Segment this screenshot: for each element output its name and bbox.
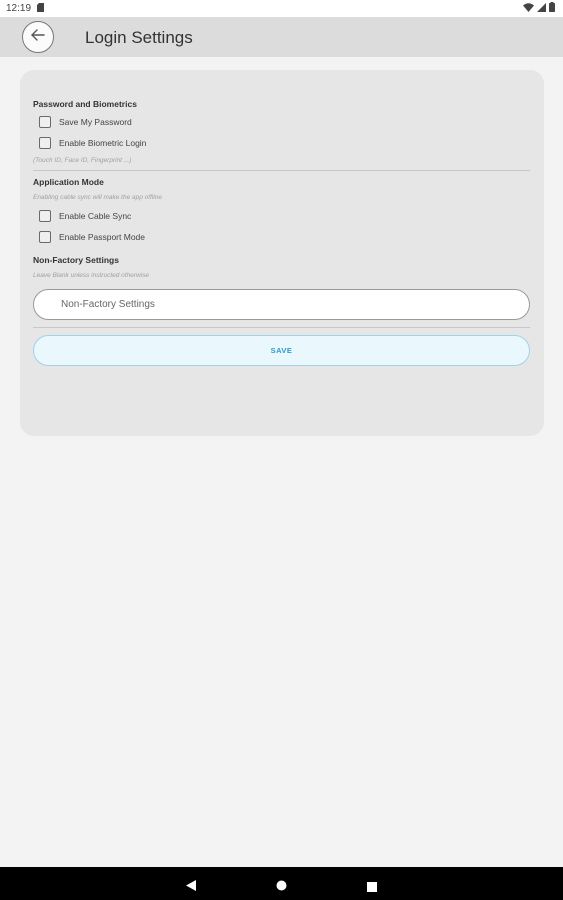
- wifi-icon: [523, 2, 534, 15]
- section-divider: [33, 170, 530, 171]
- status-left: 12:19: [6, 2, 45, 15]
- settings-card: Password and Biometrics Save My Password…: [20, 70, 544, 436]
- passport-mode-checkbox[interactable]: [39, 231, 51, 243]
- nav-back-icon[interactable]: [186, 878, 196, 896]
- page-title: Login Settings: [85, 28, 193, 47]
- non-factory-settings-input[interactable]: [33, 289, 530, 320]
- save-password-checkbox[interactable]: [39, 116, 51, 128]
- battery-icon: [549, 2, 555, 15]
- nav-recents-icon[interactable]: [367, 879, 377, 897]
- biometric-hint: (Touch ID, Face ID, Fingerprint ...): [33, 157, 132, 164]
- status-bar: 12:19: [0, 0, 563, 17]
- status-time: 12:19: [6, 3, 32, 14]
- app-header: Login Settings: [0, 17, 563, 57]
- passport-mode-checkbox-row[interactable]: Enable Passport Mode: [39, 231, 145, 243]
- biometric-login-checkbox-row[interactable]: Enable Biometric Login: [39, 137, 146, 149]
- nav-home-icon[interactable]: [276, 878, 287, 896]
- save-button[interactable]: SAVE: [33, 335, 530, 366]
- cable-sync-label: Enable Cable Sync: [59, 211, 132, 221]
- signal-icon: [537, 2, 546, 15]
- password-section-title: Password and Biometrics: [33, 99, 137, 109]
- cable-sync-checkbox[interactable]: [39, 210, 51, 222]
- system-nav-bar: [0, 867, 563, 900]
- non-factory-hint: Leave Blank unless instructed otherwise: [33, 272, 149, 279]
- cable-sync-hint: Enabling cable sync will make the app of…: [33, 194, 162, 201]
- biometric-login-label: Enable Biometric Login: [59, 138, 147, 148]
- application-mode-title: Application Mode: [33, 177, 104, 187]
- non-factory-title: Non-Factory Settings: [33, 255, 119, 265]
- passport-mode-label: Enable Passport Mode: [59, 232, 145, 242]
- back-button[interactable]: [22, 21, 54, 53]
- biometric-login-checkbox[interactable]: [39, 137, 51, 149]
- cable-sync-checkbox-row[interactable]: Enable Cable Sync: [39, 210, 131, 222]
- status-right: [523, 2, 555, 15]
- save-password-label: Save My Password: [59, 117, 132, 127]
- back-arrow-icon: [29, 26, 47, 49]
- sim-card-icon: [37, 2, 45, 15]
- input-divider: [33, 327, 530, 328]
- save-password-checkbox-row[interactable]: Save My Password: [39, 116, 132, 128]
